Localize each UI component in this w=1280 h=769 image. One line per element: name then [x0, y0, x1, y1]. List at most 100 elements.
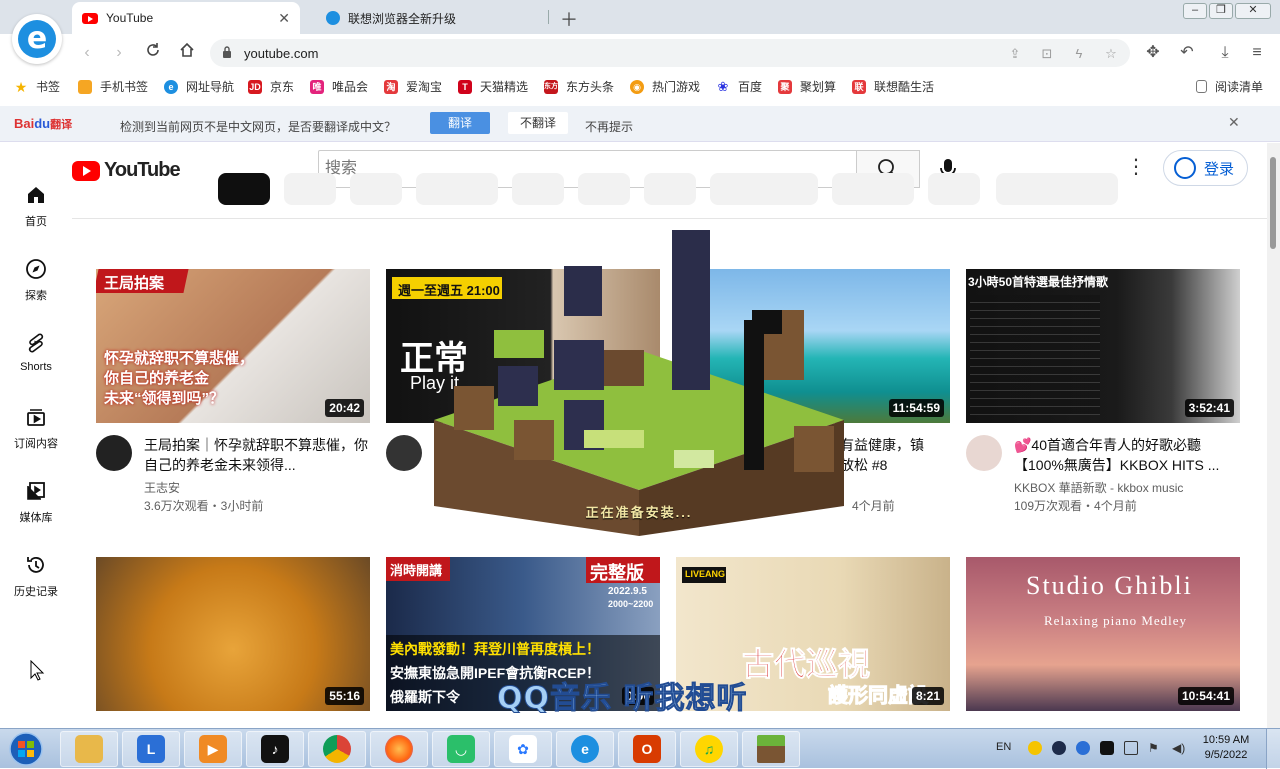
reload-icon[interactable] — [142, 42, 164, 64]
bookmark-lenovo-life[interactable]: 联联想酷生活 — [852, 78, 934, 95]
video-card[interactable]: Studio Ghibli Relaxing piano Medley 10:5… — [966, 557, 1240, 711]
filter-chip[interactable] — [284, 173, 336, 205]
start-button[interactable] — [4, 731, 48, 767]
video-card[interactable]: 3小時50首特選最佳抒情歌 3:52:41 💕40首適合年青人的好歌必聽【100… — [966, 269, 1240, 513]
game-installer-overlay[interactable]: 正在准备安装... — [434, 230, 844, 536]
qq-music-desktop-lyric[interactable]: QQ音乐 听我想听 — [496, 673, 747, 717]
video-thumbnail[interactable]: 55:16 — [96, 557, 370, 711]
taskbar-minecraft[interactable] — [742, 731, 800, 767]
filter-chip[interactable] — [832, 173, 914, 205]
tray-app-icon[interactable] — [1052, 741, 1066, 755]
download-icon[interactable]: ⤓ — [1214, 42, 1236, 64]
channel-avatar[interactable] — [96, 435, 132, 471]
lenovo-browser-logo-icon[interactable]: e — [12, 14, 62, 64]
video-card[interactable]: 王局拍案 怀孕就辞职不算悲催， 你自己的养老金 未来“领得到吗”？ 20:42 … — [96, 269, 370, 513]
close-window-button[interactable]: ✕ — [1235, 3, 1271, 19]
extensions-icon[interactable]: ✥ — [1142, 42, 1164, 64]
filter-chip[interactable] — [710, 173, 818, 205]
bookmark-taobao[interactable]: 淘爱淘宝 — [384, 78, 442, 95]
taskbar-file-explorer[interactable] — [60, 731, 118, 767]
bookmark-shuqian[interactable]: ★ 书签 — [14, 78, 60, 95]
home-icon[interactable] — [176, 42, 198, 64]
taskbar-firefox[interactable] — [370, 731, 428, 767]
scrollbar-thumb[interactable] — [1270, 157, 1276, 249]
taskbar-chrome[interactable] — [308, 731, 366, 767]
video-duration: 8:21 — [911, 687, 944, 705]
sidebar-item-home[interactable]: 首页 — [0, 178, 72, 238]
close-icon[interactable]: ✕ — [1228, 114, 1240, 131]
taskbar-office[interactable]: O — [618, 731, 676, 767]
tray-network-icon[interactable] — [1124, 741, 1138, 755]
filter-chip[interactable] — [416, 173, 498, 205]
never-prompt-link[interactable]: 不再提示 — [585, 118, 633, 135]
lenovo-browser-icon: e — [571, 735, 599, 763]
channel-avatar[interactable] — [966, 435, 1002, 471]
no-translate-button[interactable]: 不翻译 — [508, 112, 568, 134]
filter-chip[interactable] — [512, 173, 564, 205]
video-card[interactable]: 55:16 — [96, 557, 370, 711]
undo-icon[interactable]: ↶ — [1176, 42, 1198, 64]
bookmark-mobile[interactable]: 手机书签 — [78, 78, 148, 95]
taskbar-clock[interactable]: 10:59 AM 9/5/2022 — [1196, 733, 1256, 763]
new-tab-button[interactable]: ＋ — [560, 6, 578, 32]
tray-tiktok-icon[interactable] — [1100, 741, 1114, 755]
maximize-button[interactable]: ❐ — [1209, 3, 1233, 19]
tab-youtube[interactable]: YouTube ✕ — [72, 2, 300, 34]
channel-avatar[interactable] — [386, 435, 422, 471]
taskbar-qq-music[interactable]: ♫ — [680, 731, 738, 767]
bookmark-baidu[interactable]: ❀ 百度 — [716, 78, 762, 95]
tray-lenovo-icon[interactable] — [1076, 741, 1090, 755]
video-title[interactable]: 💕40首適合年青人的好歌必聽【100%無廣告】KKBOX HITS ... — [1014, 435, 1240, 475]
filter-chip[interactable] — [928, 173, 980, 205]
translate-button[interactable]: 翻译 — [430, 112, 490, 134]
back-icon[interactable]: ‹ — [76, 42, 98, 64]
filter-chip[interactable] — [350, 173, 402, 205]
share-icon[interactable]: ⇪ — [1006, 45, 1024, 63]
taskbar-media-player[interactable]: ▶ — [184, 731, 242, 767]
sidebar-item-shorts[interactable]: Shorts — [0, 326, 72, 386]
filter-chip[interactable] — [218, 173, 270, 205]
filter-chip[interactable] — [578, 173, 630, 205]
taskbar-tiktok[interactable]: ♪ — [246, 731, 304, 767]
close-tab-icon[interactable]: ✕ — [278, 10, 290, 27]
address-bar[interactable]: youtube.com ⇪ ⊡ ϟ ☆ — [210, 39, 1130, 67]
input-language[interactable]: EN — [996, 741, 1011, 753]
bookmark-toutiao[interactable]: 东方 东方头条 — [544, 78, 614, 95]
bookmark-vip[interactable]: 唯唯品会 — [310, 78, 368, 95]
bolt-icon[interactable]: ϟ — [1070, 45, 1088, 63]
sidebar-item-explore[interactable]: 探索 — [0, 252, 72, 312]
bookmark-games[interactable]: ◉ 热门游戏 — [630, 78, 700, 95]
channel-name[interactable]: 王志安 — [144, 479, 180, 496]
bookmark-nav[interactable]: e 网址导航 — [164, 78, 234, 95]
taskbar-baidu-netdisk[interactable]: ✿ — [494, 731, 552, 767]
video-thumbnail[interactable]: Studio Ghibli Relaxing piano Medley 10:5… — [966, 557, 1240, 711]
tray-qq-music-icon[interactable] — [1028, 741, 1042, 755]
bookmark-juhuasuan[interactable]: 聚聚划算 — [778, 78, 836, 95]
sidebar-item-library[interactable]: 媒体库 — [0, 474, 72, 534]
filter-chip[interactable] — [996, 173, 1118, 205]
bookmark-tmall[interactable]: T 天猫精选 — [458, 78, 528, 95]
tray-flag-icon[interactable]: ⚑ — [1148, 741, 1162, 755]
star-icon[interactable]: ☆ — [1102, 45, 1120, 63]
bookmark-jd[interactable]: JD 京东 — [248, 78, 294, 95]
minimize-button[interactable]: – — [1183, 3, 1207, 19]
tray-volume-icon[interactable]: ◀) — [1172, 741, 1186, 755]
reading-list[interactable]: 阅读清单 — [1196, 78, 1263, 95]
video-title[interactable]: 王局拍案｜怀孕就辞职不算悲催，你自己的养老金未来领得... — [144, 435, 370, 475]
filter-chip[interactable] — [644, 173, 696, 205]
video-thumbnail[interactable]: 3小時50首特選最佳抒情歌 3:52:41 — [966, 269, 1240, 423]
netdisk-icon: ✿ — [509, 735, 537, 763]
sidebar-item-history[interactable]: 历史记录 — [0, 548, 72, 608]
taskbar-lenovo-browser[interactable]: e — [556, 731, 614, 767]
taskbar-lenovo-app[interactable]: L — [122, 731, 180, 767]
sidebar-item-subscriptions[interactable]: 订阅内容 — [0, 400, 72, 460]
install-app-icon[interactable]: ⊡ — [1038, 45, 1056, 63]
tab-lenovo[interactable]: 联想浏览器全新升级 — [316, 2, 546, 34]
show-desktop-button[interactable] — [1266, 729, 1280, 769]
channel-name[interactable]: KKBOX 華語新歌 - kkbox music — [1014, 479, 1183, 496]
menu-icon[interactable]: ≡ — [1246, 42, 1268, 64]
forward-icon[interactable]: › — [108, 42, 130, 64]
taskbar-wechat-store[interactable]: ◡ — [432, 731, 490, 767]
video-title[interactable]: 放松 #8 — [840, 455, 950, 475]
video-thumbnail[interactable]: 王局拍案 怀孕就辞职不算悲催， 你自己的养老金 未来“领得到吗”？ 20:42 — [96, 269, 370, 423]
